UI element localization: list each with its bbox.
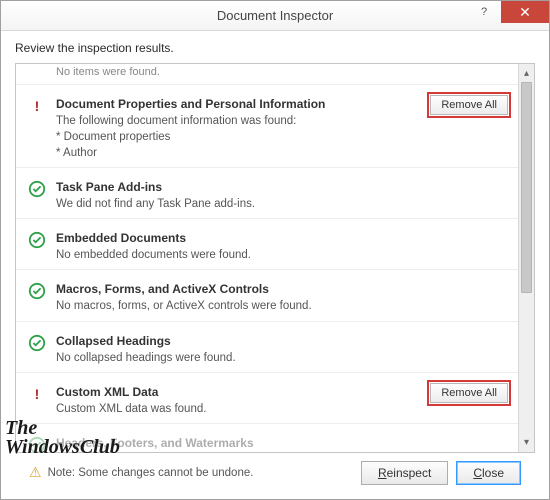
warning-triangle-icon: ⚠ [29, 464, 42, 481]
checkmark-icon [28, 180, 46, 198]
cutoff-text: No items were found. [56, 66, 160, 78]
section-document-properties: ! Document Properties and Personal Infor… [16, 85, 518, 168]
reinspect-button[interactable]: Reinspect [361, 461, 448, 485]
close-button[interactable]: Close [456, 461, 521, 485]
results-panel: No items were found. ! Document Properti… [15, 63, 535, 453]
section-body: The following document information was f… [56, 113, 504, 161]
section-title: Macros, Forms, and ActiveX Controls [56, 282, 504, 296]
btn-text: lose [482, 466, 504, 480]
footer-note-text: Note: Some changes cannot be undone. [48, 467, 254, 479]
footer-note: ⚠ Note: Some changes cannot be undone. [29, 464, 353, 481]
help-button[interactable]: ? [467, 1, 501, 23]
section-collapsed-headings: Collapsed Headings No collapsed headings… [16, 322, 518, 373]
cutoff-prev-section: No items were found. [16, 64, 518, 85]
scroll-thumb[interactable] [521, 82, 532, 293]
section-body: No collapsed headings were found. [56, 350, 504, 366]
section-body: No embedded documents were found. [56, 247, 504, 263]
section-body: We did not find any Task Pane add-ins. [56, 196, 504, 212]
section-headers-footers-watermarks: Headers, Footers, and Watermarks [16, 424, 518, 450]
checkmark-icon [28, 334, 46, 352]
dialog-footer: ⚠ Note: Some changes cannot be undone. R… [15, 453, 535, 497]
checkmark-icon [28, 436, 46, 452]
btn-text: einspect [387, 466, 432, 480]
section-embedded-documents: Embedded Documents No embedded documents… [16, 219, 518, 270]
section-title: Headers, Footers, and Watermarks [56, 436, 504, 450]
section-custom-xml-data: ! Custom XML Data Custom XML data was fo… [16, 373, 518, 424]
remove-all-button[interactable]: Remove All [430, 383, 508, 403]
body-line: The following document information was f… [56, 113, 504, 129]
scroll-track[interactable] [519, 82, 534, 434]
body-line: * Author [56, 145, 504, 161]
content-wrap: No items were found. ! Document Properti… [1, 63, 549, 499]
checkmark-icon [28, 231, 46, 249]
results-list: No items were found. ! Document Properti… [16, 64, 518, 452]
alert-icon: ! [28, 97, 46, 115]
checkmark-icon [28, 282, 46, 300]
mnemonic: R [378, 466, 387, 480]
document-inspector-dialog: Document Inspector ? ✕ Review the inspec… [0, 0, 550, 500]
section-title: Task Pane Add-ins [56, 180, 504, 194]
close-window-button[interactable]: ✕ [501, 1, 549, 23]
remove-all-button[interactable]: Remove All [430, 95, 508, 115]
section-task-pane-addins: Task Pane Add-ins We did not find any Ta… [16, 168, 518, 219]
scroll-up-arrow[interactable]: ▴ [519, 64, 534, 82]
vertical-scrollbar[interactable]: ▴ ▾ [518, 64, 534, 452]
body-line: * Document properties [56, 129, 504, 145]
window-controls: ? ✕ [467, 1, 549, 23]
section-title: Embedded Documents [56, 231, 504, 245]
review-instruction: Review the inspection results. [1, 31, 549, 63]
scroll-down-arrow[interactable]: ▾ [519, 434, 534, 452]
mnemonic: C [473, 466, 482, 480]
section-title: Collapsed Headings [56, 334, 504, 348]
alert-icon: ! [28, 385, 46, 403]
section-body: No macros, forms, or ActiveX controls we… [56, 298, 504, 314]
section-macros-forms-activex: Macros, Forms, and ActiveX Controls No m… [16, 270, 518, 321]
titlebar: Document Inspector ? ✕ [1, 1, 549, 31]
section-body: Custom XML data was found. [56, 401, 504, 417]
